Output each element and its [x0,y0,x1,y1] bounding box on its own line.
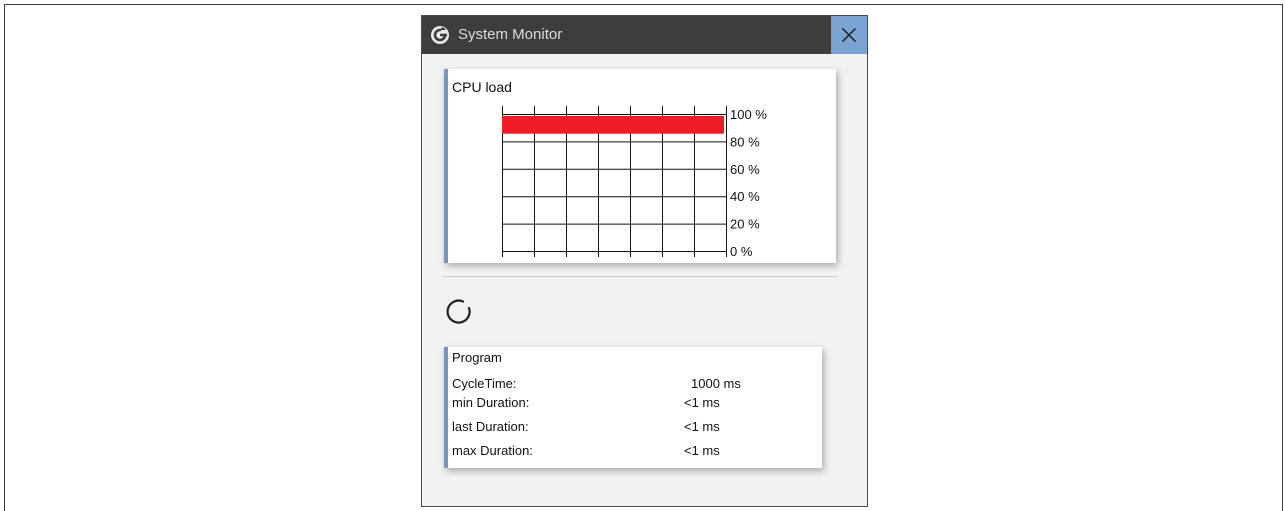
program-title: Program [452,350,502,365]
loading-spinner-icon [442,295,476,329]
last-duration-row: last Duration: <1 ms [452,419,818,435]
cycle-time-value: 1000 ms [691,376,741,391]
close-button[interactable] [831,16,867,54]
cpu-load-panel: CPU load 100 % 80 % 60 % 40 % 20 % 0 % [444,69,836,263]
cycle-time-row: CycleTime: 1000 ms [452,376,818,392]
max-duration-label: max Duration: [452,443,533,458]
min-duration-label: min Duration: [452,395,530,410]
last-duration-label: last Duration: [452,419,529,434]
y-tick-label: 80 % [730,134,760,149]
title-bar: System Monitor [422,16,867,54]
program-panel: Program CycleTime: 1000 ms min Duration:… [444,347,822,468]
close-icon [841,27,857,43]
window-title: System Monitor [458,26,563,43]
min-duration-value: <1 ms [684,395,720,410]
y-tick-label: 60 % [730,162,760,177]
max-duration-value: <1 ms [684,443,720,458]
max-duration-row: max Duration: <1 ms [452,443,818,459]
min-duration-row: min Duration: <1 ms [452,395,818,411]
divider [442,276,838,277]
circular-arrow-app-icon [430,25,450,45]
y-tick-label: 20 % [730,217,760,232]
y-tick-label: 100 % [730,107,767,122]
y-tick-label: 40 % [730,189,760,204]
cpu-load-bar [502,116,724,134]
cpu-load-chart: 100 % 80 % 60 % 40 % 20 % 0 % [502,106,767,259]
system-monitor-window: System Monitor CPU load 100 % 80 % 60 % 40 … [421,15,868,507]
last-duration-value: <1 ms [684,419,720,434]
y-tick-label: 0 % [730,244,753,259]
cycle-time-label: CycleTime: [452,376,517,391]
